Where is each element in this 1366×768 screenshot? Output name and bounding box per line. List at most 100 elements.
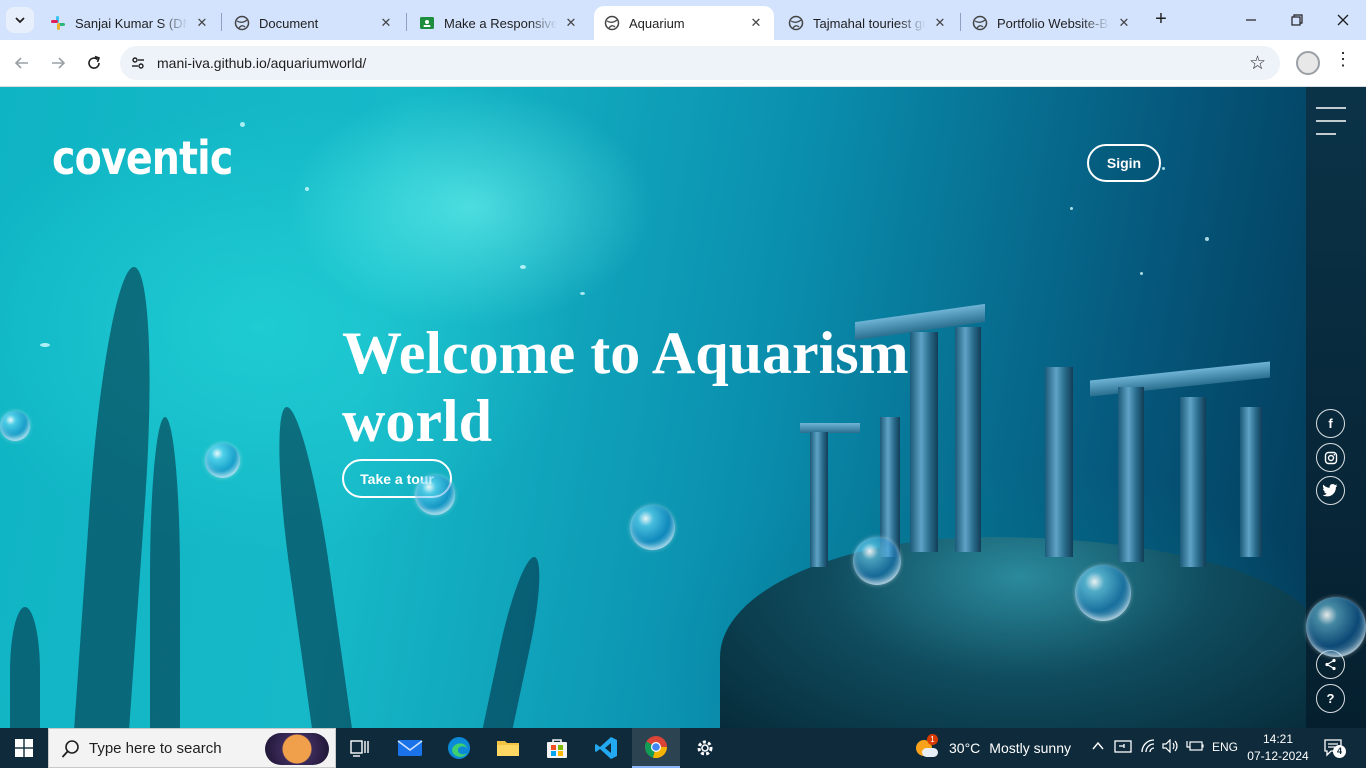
notifications-button[interactable]: 4 — [1323, 737, 1346, 760]
tab-strip: Sanjai Kumar S (DM) - ✕ Document ✕ Make … — [0, 0, 1366, 40]
tab-classroom[interactable]: Make a Responsive W ✕ — [409, 6, 589, 40]
bubble — [1075, 565, 1131, 621]
meet-now-icon[interactable] — [1114, 739, 1132, 758]
particle — [1162, 167, 1165, 170]
browser-menu-icon[interactable]: ⋮ — [1333, 49, 1353, 77]
twitter-icon[interactable] — [1316, 476, 1345, 505]
new-tab-button[interactable]: + — [1150, 8, 1172, 30]
close-tab-icon[interactable]: ✕ — [563, 15, 579, 31]
seaweed-shape — [73, 267, 162, 728]
search-icon — [61, 740, 79, 758]
close-tab-icon[interactable]: ✕ — [194, 15, 210, 31]
particle — [240, 122, 245, 127]
battery-icon[interactable] — [1186, 739, 1204, 756]
restore-button[interactable] — [1274, 0, 1320, 40]
weather-text: Mostly sunny — [989, 740, 1071, 756]
forward-button[interactable] — [44, 49, 72, 77]
show-hidden-icons[interactable] — [1091, 739, 1105, 756]
settings-app-button[interactable] — [681, 728, 729, 768]
site-logo[interactable]: coventic — [52, 131, 233, 185]
particle — [305, 187, 309, 191]
edge-app-button[interactable] — [435, 728, 483, 768]
back-button[interactable] — [8, 49, 36, 77]
language-indicator[interactable]: ENG — [1212, 740, 1238, 754]
classroom-icon — [419, 15, 435, 31]
profile-avatar[interactable] — [1296, 51, 1320, 75]
bookmark-star-icon[interactable]: ☆ — [1249, 52, 1266, 75]
url-text[interactable]: mani-iva.github.io/aquariumworld/ — [157, 55, 366, 71]
vscode-app-button[interactable] — [582, 728, 630, 768]
bubble — [853, 537, 901, 585]
windows-logo-icon — [15, 739, 33, 757]
tab-separator — [960, 13, 961, 31]
file-explorer-button[interactable] — [484, 728, 532, 768]
globe-icon — [788, 15, 804, 31]
chevron-up-icon — [1092, 741, 1104, 750]
task-view-icon — [350, 740, 369, 757]
store-app-button[interactable] — [533, 728, 581, 768]
tab-tajmahal[interactable]: Tajmahal touriest gui ✕ — [778, 6, 958, 40]
gear-icon — [697, 740, 713, 756]
site-info-icon[interactable] — [130, 55, 146, 71]
seaweed-shape — [150, 417, 180, 728]
reload-button[interactable] — [80, 49, 108, 77]
clock[interactable]: 14:21 07-12-2024 — [1244, 731, 1312, 765]
close-icon — [1337, 14, 1349, 26]
instagram-icon[interactable] — [1316, 443, 1345, 472]
hero-title-line1: Welcome to Aquarism — [342, 320, 909, 386]
help-icon[interactable]: ? — [1316, 684, 1345, 713]
address-bar[interactable]: mani-iva.github.io/aquariumworld/ ☆ — [120, 46, 1280, 80]
tab-slack[interactable]: Sanjai Kumar S (DM) - ✕ — [40, 6, 220, 40]
temple-pillar — [1180, 397, 1206, 567]
signin-button[interactable]: Sigin — [1087, 144, 1161, 182]
bubble — [0, 411, 30, 441]
particle — [1140, 272, 1143, 275]
chrome-app-button[interactable] — [632, 728, 680, 768]
particle — [40, 343, 50, 347]
facebook-icon[interactable]: f — [1316, 409, 1345, 438]
mail-app-button[interactable] — [386, 728, 434, 768]
vscode-icon — [595, 737, 617, 759]
clock-date: 07-12-2024 — [1247, 749, 1309, 763]
tab-title: Document — [259, 15, 319, 31]
volume-icon[interactable] — [1162, 738, 1180, 756]
close-tab-icon[interactable]: ✕ — [1116, 15, 1132, 31]
store-icon — [547, 739, 567, 758]
task-view-button[interactable] — [336, 728, 384, 768]
close-window-button[interactable] — [1320, 0, 1366, 40]
tab-separator — [221, 13, 222, 31]
edge-icon — [448, 737, 470, 759]
close-tab-icon[interactable]: ✕ — [748, 15, 764, 31]
close-tab-icon[interactable]: ✕ — [932, 15, 948, 31]
taskbar-search[interactable]: Type here to search — [48, 728, 336, 768]
slack-icon — [50, 15, 66, 31]
tab-document[interactable]: Document ✕ — [224, 6, 404, 40]
hamburger-menu-icon[interactable] — [1316, 107, 1346, 137]
reload-icon — [88, 55, 101, 69]
folder-icon — [497, 741, 519, 756]
temperature: 30°C — [949, 740, 981, 756]
wifi-icon[interactable] — [1140, 739, 1156, 756]
particle — [580, 292, 585, 295]
seaweed-shape — [480, 557, 550, 728]
restore-icon — [1291, 14, 1303, 26]
tab-portfolio[interactable]: Portfolio Website-Bra ✕ — [962, 6, 1142, 40]
tab-aquarium[interactable]: Aquarium ✕ — [594, 6, 774, 40]
seaweed-shape — [10, 607, 40, 728]
close-tab-icon[interactable]: ✕ — [378, 15, 394, 31]
temple-pillar — [1045, 367, 1073, 557]
weather-badge: 1 — [927, 734, 938, 745]
tab-separator — [406, 13, 407, 31]
start-button[interactable] — [0, 728, 48, 768]
minimize-icon — [1246, 19, 1256, 21]
tab-search-button[interactable] — [6, 7, 34, 33]
minimize-button[interactable] — [1228, 0, 1274, 40]
tab-title: Portfolio Website-Bra — [997, 15, 1110, 31]
hero-title: Welcome to Aquarism world — [342, 319, 982, 455]
aquarium-page: coventic Sigin Welcome to Aquarism world… — [0, 87, 1366, 728]
seaweed-shape — [266, 407, 354, 728]
browser-toolbar: mani-iva.github.io/aquariumworld/ ☆ — [0, 40, 1366, 87]
back-arrow-icon — [14, 57, 28, 69]
tab-title: Make a Responsive W — [444, 15, 557, 31]
weather-widget[interactable]: 1 30°C Mostly sunny — [916, 734, 1071, 758]
